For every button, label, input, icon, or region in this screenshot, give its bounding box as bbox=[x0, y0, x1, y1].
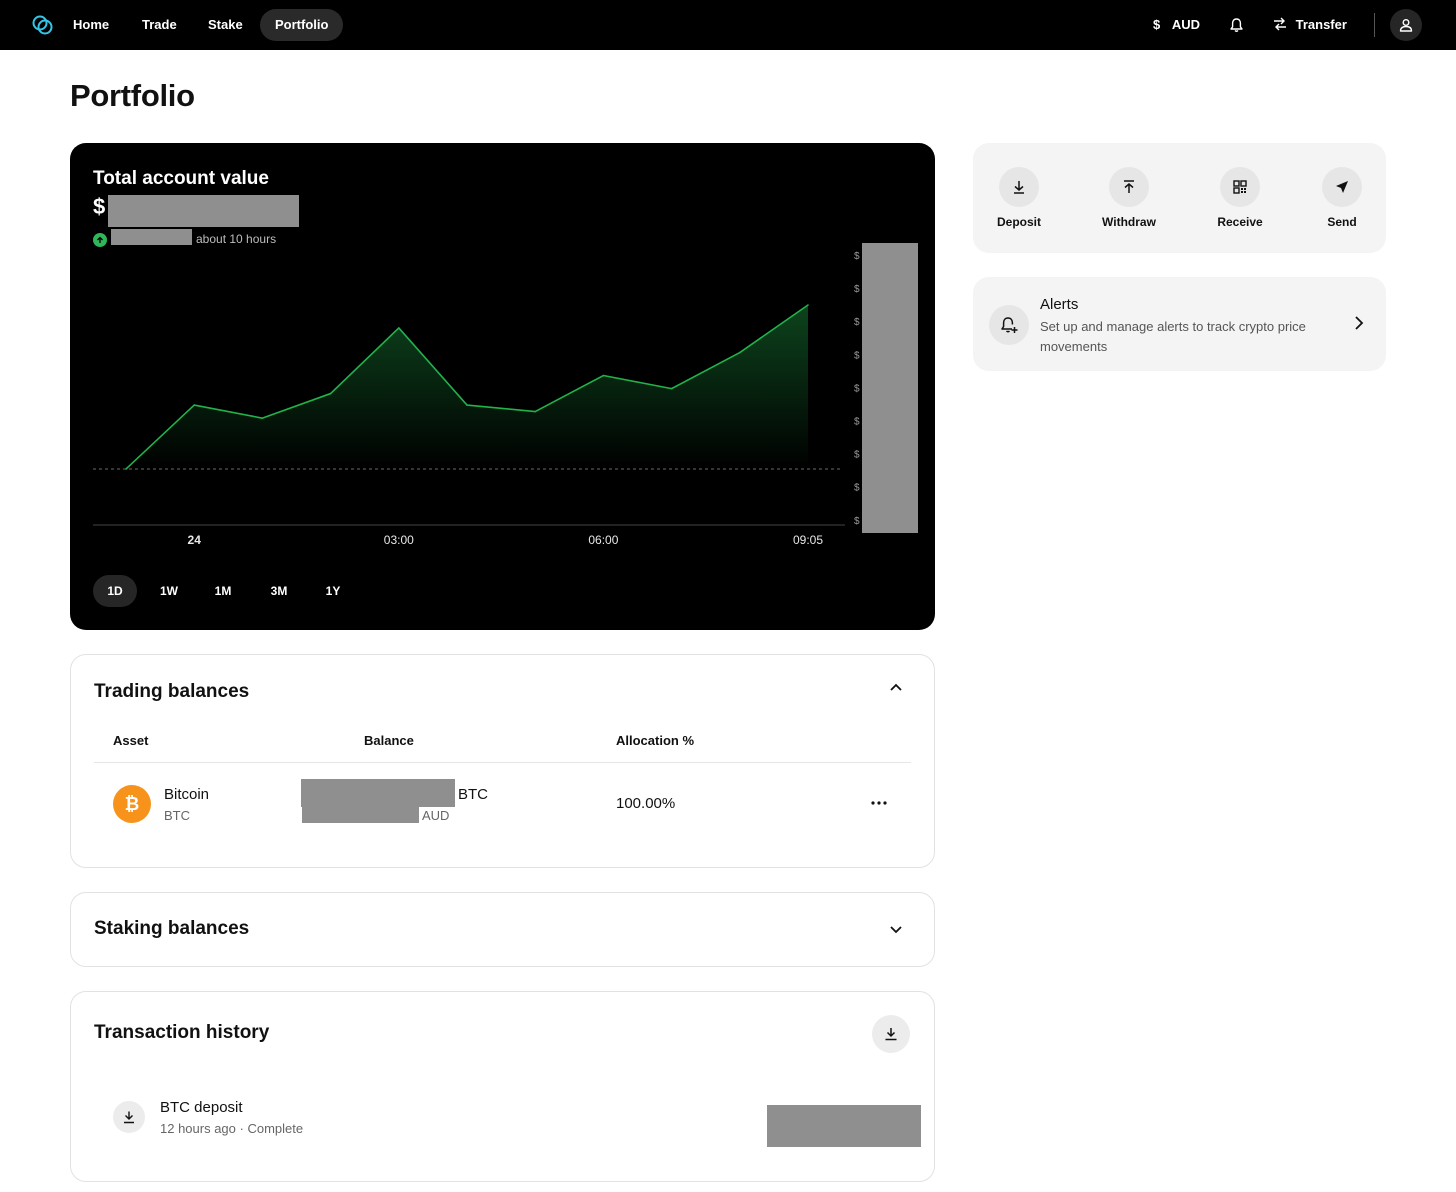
transfer-arrows-icon bbox=[1274, 17, 1286, 31]
column-header-allocation: Allocation % bbox=[616, 733, 695, 748]
chart-y-tick-label: $ bbox=[854, 516, 860, 527]
allocation-percent: 100.00% bbox=[616, 795, 676, 812]
balance-redacted bbox=[301, 779, 455, 807]
download-icon bbox=[885, 1028, 897, 1041]
transaction-title: BTC deposit bbox=[160, 1099, 243, 1116]
transaction-subtitle: 12 hours ago · Complete bbox=[160, 1121, 304, 1136]
chart-y-tick-label: $ bbox=[854, 383, 860, 394]
staking-balances-card[interactable]: Staking balances bbox=[70, 892, 935, 967]
chart-x-tick-label: 24 bbox=[188, 533, 202, 547]
nav-home-link[interactable]: Home bbox=[58, 9, 124, 41]
qr-code-icon bbox=[1233, 180, 1247, 194]
bitcoin-logo-icon: ₿ bbox=[113, 785, 151, 823]
nav-stake-link[interactable]: Stake bbox=[193, 9, 258, 41]
quick-actions-card: Deposit Withdraw Receive Send bbox=[973, 143, 1386, 253]
account-value-chart-card: Total account value $ about 10 hours 24 0… bbox=[70, 143, 935, 630]
paper-plane-icon bbox=[1336, 181, 1348, 193]
range-3m-button[interactable]: 3M bbox=[257, 575, 301, 607]
deposit-arrow-icon bbox=[113, 1101, 145, 1133]
chart-point bbox=[125, 468, 127, 470]
chart-y-tick-label: $ bbox=[854, 417, 860, 428]
currency-symbol: $ bbox=[1153, 17, 1161, 32]
chart-y-tick-label: $ bbox=[854, 251, 860, 262]
asset-symbol: BTC bbox=[164, 808, 190, 823]
chart-x-tick-label: 09:05 bbox=[793, 533, 823, 547]
send-label: Send bbox=[1327, 215, 1357, 229]
range-1m-button[interactable]: 1M bbox=[201, 575, 245, 607]
chart-point bbox=[193, 404, 195, 406]
chart-point bbox=[466, 404, 468, 406]
chart-y-tick-label: $ bbox=[854, 284, 860, 295]
transfer-label: Transfer bbox=[1295, 17, 1347, 32]
chart-y-tick-label: $ bbox=[854, 317, 860, 328]
nav-divider bbox=[1374, 13, 1375, 37]
chart-area-fill bbox=[126, 305, 808, 469]
notifications-button[interactable] bbox=[1229, 17, 1244, 33]
chart-point bbox=[739, 351, 741, 354]
chart-point bbox=[602, 374, 605, 377]
ellipsis-icon bbox=[871, 801, 887, 805]
deposit-label: Deposit bbox=[996, 215, 1041, 229]
top-navigation-bar: Home Trade Stake Portfolio $ AUD Transfe… bbox=[0, 0, 1456, 50]
chart-point bbox=[670, 387, 673, 390]
chart-x-tick-label: 03:00 bbox=[384, 533, 414, 547]
nav-trade-link[interactable]: Trade bbox=[127, 9, 192, 41]
chart-x-tick-label: 06:00 bbox=[588, 533, 618, 547]
chevron-right-icon bbox=[1355, 316, 1364, 330]
alerts-description: Set up and manage alerts to track crypto… bbox=[1040, 319, 1306, 354]
alert-bell-circle bbox=[989, 305, 1029, 345]
page-title: Portfolio bbox=[70, 78, 195, 113]
column-header-asset: Asset bbox=[113, 733, 149, 748]
export-transactions-button[interactable] bbox=[872, 1015, 910, 1053]
trading-balances-title: Trading balances bbox=[94, 681, 250, 702]
range-1w-button[interactable]: 1W bbox=[147, 575, 191, 607]
gemini-logo-icon[interactable] bbox=[31, 13, 55, 37]
withdraw-label: Withdraw bbox=[1102, 215, 1156, 229]
asset-name: Bitcoin bbox=[164, 786, 210, 803]
account-avatar-button[interactable] bbox=[1390, 9, 1422, 41]
currency-code: AUD bbox=[1171, 17, 1201, 32]
upload-arrow-icon bbox=[1124, 180, 1134, 193]
withdraw-action[interactable]: Withdraw bbox=[1084, 167, 1174, 229]
receive-action[interactable]: Receive bbox=[1195, 167, 1285, 229]
nav-portfolio-link[interactable]: Portfolio bbox=[260, 9, 344, 41]
table-divider bbox=[94, 762, 911, 763]
account-value-chart[interactable]: 24 03:00 06:00 09:05 $ $ $ $ $ $ $ $ $ bbox=[70, 143, 935, 563]
balance-unit: BTC bbox=[458, 786, 488, 803]
send-action[interactable]: Send bbox=[1297, 167, 1387, 229]
range-1d-button[interactable]: 1D bbox=[93, 575, 137, 607]
bell-plus-icon bbox=[1001, 317, 1018, 333]
chart-point bbox=[534, 410, 536, 413]
bell-icon bbox=[1230, 18, 1243, 32]
deposit-action[interactable]: Deposit bbox=[974, 167, 1064, 229]
staking-balances-title: Staking balances bbox=[94, 918, 250, 939]
chart-y-tick-label: $ bbox=[854, 483, 860, 494]
chart-point bbox=[329, 392, 332, 395]
more-options-button[interactable] bbox=[867, 791, 891, 815]
transaction-history-title: Transaction history bbox=[94, 1022, 270, 1043]
fiat-unit: AUD bbox=[422, 808, 450, 823]
download-arrow-icon bbox=[1014, 181, 1024, 194]
chevron-up-icon[interactable] bbox=[890, 683, 902, 691]
chart-point bbox=[261, 417, 264, 419]
currency-selector[interactable]: $ AUD bbox=[1153, 9, 1200, 41]
chart-y-tick-label: $ bbox=[854, 350, 860, 361]
chart-y-tick-label: $ bbox=[854, 450, 860, 461]
alerts-card[interactable]: Alerts Set up and manage alerts to track… bbox=[973, 277, 1386, 371]
transfer-button[interactable]: Transfer bbox=[1273, 9, 1347, 41]
alerts-title: Alerts bbox=[1040, 296, 1079, 313]
trading-balances-card: Trading balances Asset Balance Allocatio… bbox=[70, 654, 935, 868]
range-1y-button[interactable]: 1Y bbox=[311, 575, 355, 607]
fiat-value-redacted bbox=[302, 807, 419, 823]
receive-label: Receive bbox=[1217, 215, 1263, 229]
user-icon bbox=[1399, 19, 1413, 32]
transaction-amount-redacted bbox=[767, 1105, 921, 1147]
chart-point bbox=[398, 327, 400, 329]
chart-point bbox=[807, 304, 809, 306]
column-header-balance: Balance bbox=[364, 733, 414, 748]
chevron-down-icon[interactable] bbox=[890, 926, 902, 934]
transaction-history-card: Transaction history BTC deposit 12 hours… bbox=[70, 991, 935, 1182]
y-axis-values-redacted bbox=[862, 243, 918, 533]
